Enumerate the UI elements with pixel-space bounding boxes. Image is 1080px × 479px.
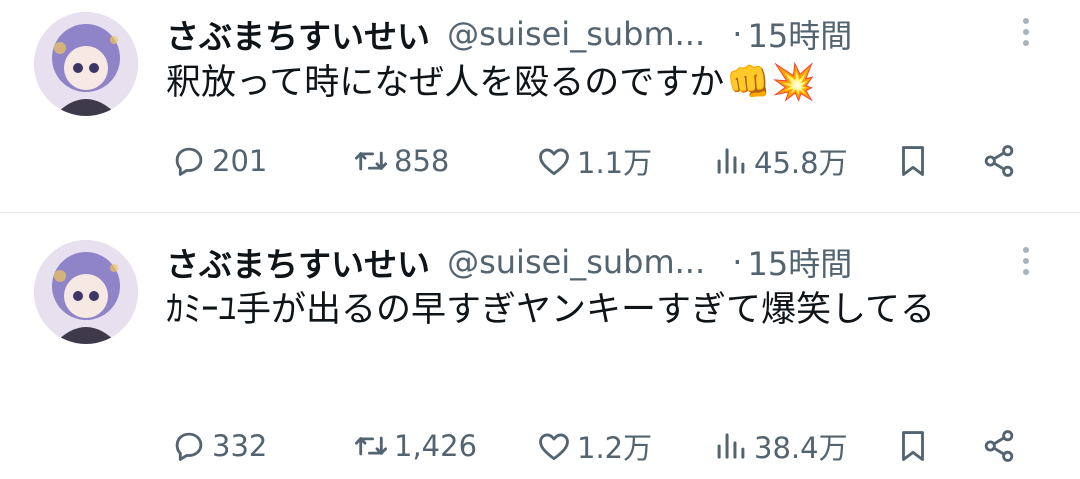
handle[interactable]: @suisei_subm...	[447, 15, 705, 53]
tweet[interactable]: さぶまちすいせい @suisei_subm... · 15時間 釈放って時になぜ…	[0, 0, 1080, 212]
retweet-count: 858	[394, 144, 450, 178]
share-icon	[984, 430, 1014, 462]
views-button[interactable]: 38.4万	[712, 422, 848, 470]
tweet-emojis: 👊💥	[726, 62, 816, 103]
action-bar: 332 1,426 1.2万 38.4万	[0, 422, 1080, 470]
action-bar: 201 858 1.1万 45.8万	[0, 137, 1080, 185]
like-count: 1.1万	[577, 146, 653, 180]
like-count: 1.2万	[577, 431, 653, 465]
tweet-text: 釈放って時になぜ人を殴るのですか👊💥	[166, 58, 1046, 108]
bookmark-icon	[902, 431, 924, 461]
display-name[interactable]: さぶまちすいせい	[166, 245, 430, 284]
tweet-header: さぶまちすいせい @suisei_subm... · 15時間	[166, 238, 853, 284]
retweet-icon	[355, 151, 387, 171]
handle[interactable]: @suisei_subm...	[447, 243, 705, 281]
reply-button[interactable]: 201	[170, 137, 267, 185]
like-button[interactable]: 1.1万	[535, 137, 652, 185]
separator: ·	[732, 15, 743, 53]
timestamp[interactable]: 15時間	[748, 17, 853, 55]
retweet-count: 1,426	[394, 429, 478, 463]
tweet-body: ｶﾐｰﾕ手が出るの早すぎヤンキーすぎて爆笑してる	[166, 290, 935, 330]
retweet-button[interactable]: 1,426	[352, 422, 477, 470]
tweet-body: 釈放って時になぜ人を殴るのですか	[166, 63, 725, 103]
avatar-image	[34, 12, 138, 116]
views-icon	[717, 148, 745, 174]
like-button[interactable]: 1.2万	[535, 422, 652, 470]
reply-count: 201	[212, 144, 268, 178]
more-icon[interactable]	[1016, 14, 1036, 54]
like-icon	[539, 148, 569, 176]
share-icon	[984, 145, 1014, 177]
share-button[interactable]	[980, 137, 1018, 185]
tweet-header: さぶまちすいせい @suisei_subm... · 15時間	[166, 10, 853, 56]
views-button[interactable]: 45.8万	[712, 137, 848, 185]
bookmark-button[interactable]	[894, 422, 932, 470]
tweet[interactable]: さぶまちすいせい @suisei_subm... · 15時間 ｶﾐｰﾕ手が出る…	[0, 213, 1080, 479]
views-count: 45.8万	[754, 146, 848, 180]
avatar[interactable]	[34, 240, 138, 344]
avatar-image	[34, 240, 138, 344]
retweet-button[interactable]: 858	[352, 137, 449, 185]
bookmark-button[interactable]	[894, 137, 932, 185]
more-icon[interactable]	[1016, 243, 1036, 283]
retweet-icon	[355, 436, 387, 456]
avatar[interactable]	[34, 12, 138, 116]
reply-icon	[175, 147, 203, 176]
display-name[interactable]: さぶまちすいせい	[166, 17, 430, 56]
reply-icon	[175, 432, 203, 461]
reply-button[interactable]: 332	[170, 422, 267, 470]
timestamp[interactable]: 15時間	[748, 245, 853, 283]
like-icon	[539, 433, 569, 461]
views-icon	[717, 433, 745, 459]
reply-count: 332	[212, 429, 268, 463]
bookmark-icon	[902, 146, 924, 176]
views-count: 38.4万	[754, 431, 848, 465]
share-button[interactable]	[980, 422, 1018, 470]
tweet-text: ｶﾐｰﾕ手が出るの早すぎヤンキーすぎて爆笑してる	[166, 285, 1046, 335]
separator: ·	[732, 243, 743, 281]
